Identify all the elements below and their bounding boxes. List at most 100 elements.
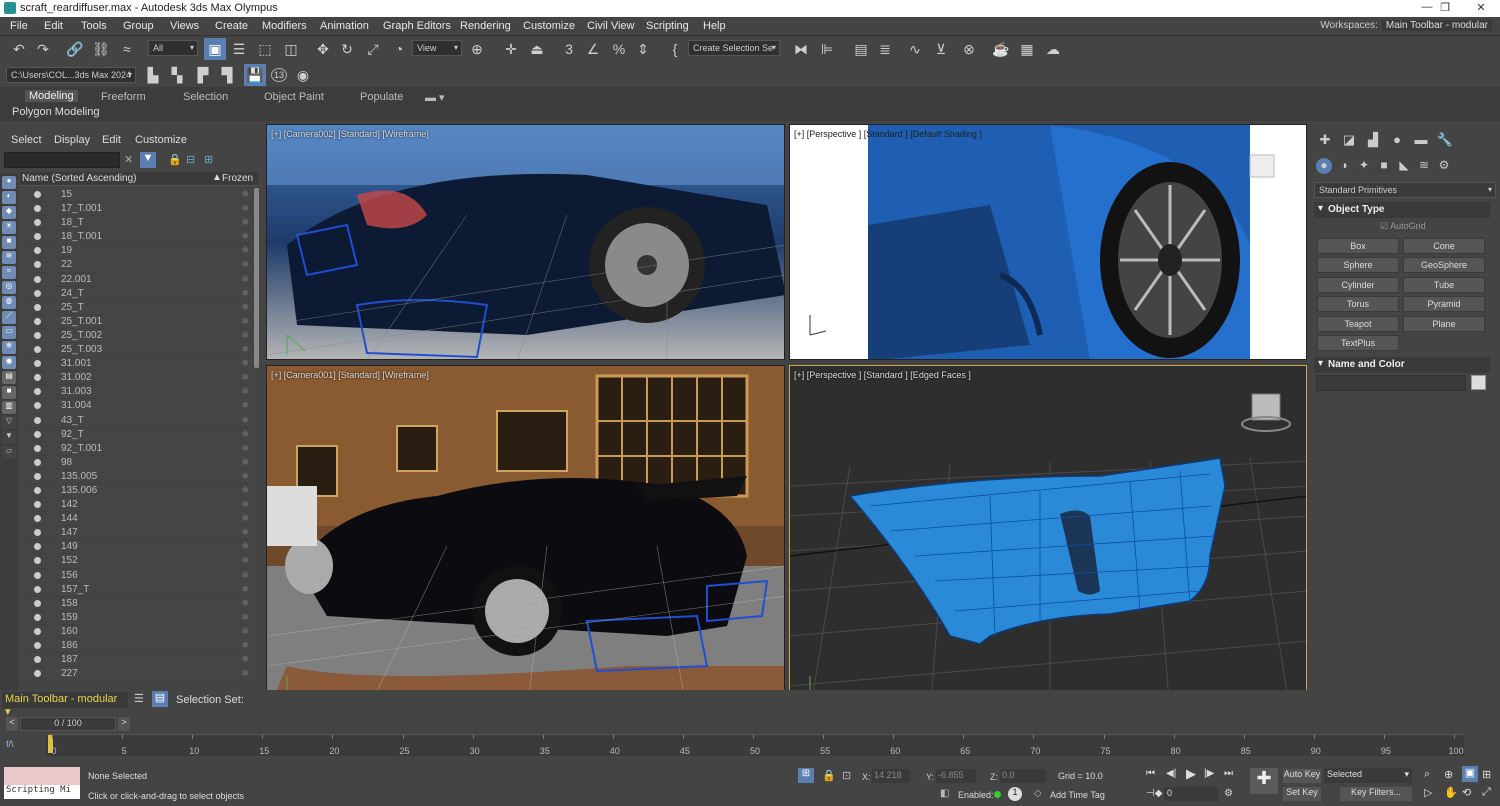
frozen-icon[interactable]: ❄ xyxy=(241,344,249,355)
visibility-icon[interactable] xyxy=(34,247,41,255)
shape-filter-icon[interactable]: ◆ xyxy=(2,206,16,219)
viewport-camera001[interactable]: [+] [Camera001] [Standard] [Wireframe] xyxy=(266,365,785,711)
funnel-icon[interactable]: ▽ xyxy=(2,416,16,429)
list-item[interactable]: 31.001 ❄ xyxy=(20,357,252,372)
maximize-viewport-icon[interactable]: ⤢ xyxy=(1482,786,1491,799)
menu-file[interactable]: File xyxy=(10,20,28,32)
list-item[interactable]: 98 ❄ xyxy=(20,455,252,470)
select-by-name-icon[interactable]: ☰ xyxy=(228,38,250,60)
layer-current-icon[interactable]: ▜ xyxy=(216,64,238,86)
pivot-center-icon[interactable]: ⊕ xyxy=(466,38,488,60)
set-key-button[interactable]: Set Key xyxy=(1283,787,1321,801)
layer-explorer-icon[interactable]: ≣ xyxy=(874,38,896,60)
visibility-icon[interactable] xyxy=(34,331,41,339)
frozen-icon[interactable]: ❄ xyxy=(241,330,249,341)
cameras-category-icon[interactable]: ■ xyxy=(1376,158,1392,174)
ribbon-options-icon[interactable]: ▬ ▾ xyxy=(425,91,445,104)
enabled-indicator-icon[interactable] xyxy=(994,791,1001,798)
hidden-filter-icon[interactable]: ◉ xyxy=(2,356,16,369)
list-item[interactable]: 18_T.001 ❄ xyxy=(20,230,252,245)
visibility-icon[interactable] xyxy=(34,191,41,198)
version-badge[interactable]: 13 xyxy=(268,64,290,86)
redo-icon[interactable]: ↷ xyxy=(32,38,54,60)
visibility-icon[interactable] xyxy=(34,205,41,213)
name-and-color-rollout[interactable]: Name and Color xyxy=(1314,357,1490,373)
place-icon[interactable]: ◔ xyxy=(388,38,410,60)
frozen-icon[interactable]: ❄ xyxy=(241,217,249,228)
helpers-category-icon[interactable]: ◣ xyxy=(1396,158,1412,174)
mini-curve-editor-toggle[interactable]: f/\ xyxy=(6,736,46,754)
list-item[interactable]: 227 ❄ xyxy=(20,667,252,678)
menu-animation[interactable]: Animation xyxy=(320,20,369,32)
object-type-rollout[interactable]: Object Type xyxy=(1314,202,1490,218)
list-item[interactable]: 43_T ❄ xyxy=(20,413,252,428)
systems-category-icon[interactable]: ⚙ xyxy=(1436,158,1452,174)
tab-freeform[interactable]: Freeform xyxy=(101,91,146,103)
frozen-icon[interactable]: ❄ xyxy=(241,584,249,595)
zoom-extents-icon[interactable]: ▣ xyxy=(1462,766,1478,782)
viewport-label[interactable]: [+] [Camera001] [Standard] [Wireframe] xyxy=(271,370,429,380)
play-icon[interactable]: ▶ xyxy=(1186,766,1196,782)
object-color-swatch[interactable] xyxy=(1471,375,1486,390)
rendered-frame-window-icon[interactable]: ▦ xyxy=(1016,38,1038,60)
plane-button[interactable]: Plane xyxy=(1403,316,1485,332)
current-frame-spinner[interactable]: 0 xyxy=(1164,787,1218,801)
visibility-icon[interactable] xyxy=(34,515,41,523)
scene-menu-display[interactable]: Display xyxy=(54,134,90,146)
rotate-icon[interactable]: ↻ xyxy=(336,38,358,60)
frozen-icon[interactable]: ❄ xyxy=(241,302,249,313)
list-item[interactable]: 147 ❄ xyxy=(20,526,252,541)
object-name-input[interactable] xyxy=(1316,375,1466,391)
list-item[interactable]: 149 ❄ xyxy=(20,540,252,555)
list-item[interactable]: 24_T ❄ xyxy=(20,286,252,301)
pan-icon[interactable]: ✋ xyxy=(1444,786,1458,799)
time-slider-prev[interactable]: < xyxy=(6,717,18,731)
cylinder-button[interactable]: Cylinder xyxy=(1317,277,1399,293)
visibility-icon[interactable] xyxy=(34,656,41,664)
visibility-icon[interactable] xyxy=(34,402,41,410)
frozen-icon[interactable]: ❄ xyxy=(241,274,249,285)
scene-menu-select[interactable]: Select xyxy=(11,134,42,146)
utilities-tab-icon[interactable]: 🔧 xyxy=(1436,132,1454,148)
viewport-perspective-edged[interactable]: [+] [Perspective ] [Standard ] [Edged Fa… xyxy=(789,365,1307,711)
box-button[interactable]: Box xyxy=(1317,238,1399,254)
y-coordinate[interactable]: -6.855 xyxy=(936,769,976,783)
group-filter-icon[interactable]: ◎ xyxy=(2,281,16,294)
visibility-icon[interactable] xyxy=(34,346,41,354)
list-item[interactable]: 158 ❄ xyxy=(20,596,252,611)
scale-icon[interactable]: ⤢ xyxy=(362,38,384,60)
frozen-icon[interactable]: ❄ xyxy=(241,471,249,482)
percent-snap-icon[interactable]: % xyxy=(608,38,630,60)
visibility-icon[interactable] xyxy=(34,501,41,509)
time-tag-counter[interactable]: 1 xyxy=(1008,787,1022,801)
textplus-button[interactable]: TextPlus xyxy=(1317,335,1399,351)
list-item[interactable]: 144 ❄ xyxy=(20,512,252,527)
lights-category-icon[interactable]: ✦ xyxy=(1356,158,1372,174)
visibility-icon[interactable] xyxy=(34,233,41,241)
primitive-type-dropdown[interactable]: Standard Primitives ▾ xyxy=(1314,182,1496,198)
frozen-icon[interactable]: ❄ xyxy=(241,316,249,327)
doc-icon[interactable]: ▥ xyxy=(2,401,16,414)
modify-tab-icon[interactable]: ◪ xyxy=(1340,132,1358,148)
viewport-label[interactable]: [+] [Camera002] [Standard] [Wireframe] xyxy=(271,129,429,139)
visibility-icon[interactable] xyxy=(34,430,41,438)
maximize-button[interactable]: ❐ xyxy=(1430,1,1460,14)
list-item[interactable]: 152 ❄ xyxy=(20,554,252,569)
frozen-icon[interactable]: ❄ xyxy=(241,555,249,566)
visibility-icon[interactable] xyxy=(34,627,41,635)
list-item[interactable]: 159 ❄ xyxy=(20,610,252,625)
workspace-selector[interactable]: Workspaces: Main Toolbar - modular xyxy=(1320,20,1492,31)
menu-civil-view[interactable]: Civil View xyxy=(587,20,634,32)
list-item[interactable]: 18_T ❄ xyxy=(20,216,252,231)
field-of-view-icon[interactable]: ▷ xyxy=(1424,786,1432,799)
lock-icon[interactable]: 🔒 xyxy=(168,153,182,166)
visibility-icon[interactable] xyxy=(34,360,41,368)
frozen-icon[interactable]: ❄ xyxy=(241,429,249,440)
sphere-button[interactable]: Sphere xyxy=(1317,257,1399,273)
x-coordinate[interactable]: 14.218 xyxy=(872,769,910,783)
workspace-value[interactable]: Main Toolbar - modular xyxy=(1381,20,1492,31)
auto-key-button[interactable]: Auto Key xyxy=(1283,769,1321,783)
menu-edit[interactable]: Edit xyxy=(44,20,63,32)
named-selection-dropdown[interactable]: Create Selection Se ▾ xyxy=(688,40,780,56)
link-icon[interactable]: 🔗 xyxy=(64,38,86,60)
